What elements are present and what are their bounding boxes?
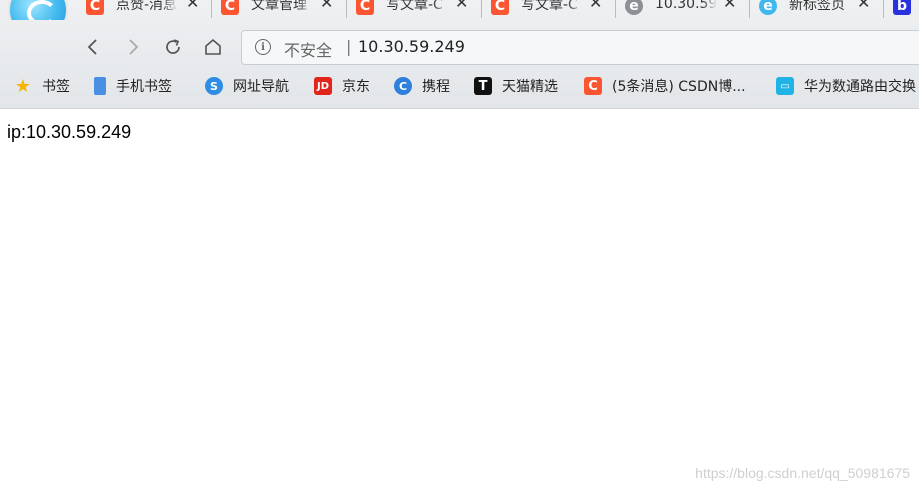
- csdn-icon: C: [584, 77, 602, 95]
- browser-chrome: C 点赞-消息 ✕ C 文章管理 ✕ C 写文章-C ✕ C 写文章-C ✕ e…: [0, 0, 919, 109]
- omnibox-divider: |: [346, 37, 352, 56]
- tab-write-article-2[interactable]: C 写文章-C: [491, 0, 583, 20]
- nav-icon: S: [205, 77, 223, 95]
- tab-title: 写文章-C: [521, 0, 578, 13]
- tab-title: 点赞-消息: [116, 0, 178, 13]
- csdn-icon: C: [356, 0, 374, 15]
- tab-new-tab[interactable]: e 新标签页: [759, 0, 859, 20]
- bookmark-navigation[interactable]: S 网址导航: [205, 76, 289, 96]
- bookmark-label: 携程: [422, 79, 450, 95]
- bookmark-tmall[interactable]: T 天猫精选: [474, 76, 558, 96]
- tab-separator: [615, 0, 616, 18]
- bookmarks-bar: ★ 书签 手机书签 S 网址导航 JD 京东 C 携程 T 天猫精选 C (5条…: [0, 74, 919, 102]
- bookmark-label: 网址导航: [233, 79, 289, 95]
- forward-button[interactable]: [120, 34, 146, 60]
- star-icon: ★: [14, 75, 32, 97]
- bookmark-bookmarks[interactable]: ★ 书签: [14, 75, 70, 97]
- tab-separator: [749, 0, 750, 18]
- bookmark-ctrip[interactable]: C 携程: [394, 76, 450, 96]
- tab-title: 文章管理: [251, 0, 307, 13]
- reload-icon: [166, 39, 180, 54]
- tab-title: 新标签页: [789, 0, 845, 13]
- tab-separator: [883, 0, 884, 18]
- browser-icon: e: [759, 0, 777, 15]
- jd-icon: JD: [314, 77, 332, 95]
- url-text[interactable]: 10.30.59.249: [358, 37, 465, 56]
- bookmark-label: 京东: [342, 79, 370, 95]
- bookmark-label: 书签: [42, 79, 70, 95]
- bookmark-jd[interactable]: JD 京东: [314, 76, 370, 96]
- tab-title: 写文章-C: [386, 0, 443, 13]
- tab-close-icon[interactable]: ✕: [455, 0, 468, 12]
- baidu-icon: b: [893, 0, 911, 15]
- bookmark-csdn[interactable]: C (5条消息) CSDN博...: [584, 76, 746, 96]
- tab-article-management[interactable]: C 文章管理: [221, 0, 313, 20]
- address-bar[interactable]: i 不安全 | 10.30.59.249: [241, 30, 919, 65]
- info-icon[interactable]: i: [255, 39, 271, 55]
- watermark-text: https://blog.csdn.net/qq_50981675: [695, 465, 910, 481]
- security-status[interactable]: 不安全: [284, 37, 332, 61]
- tab-close-icon[interactable]: ✕: [186, 0, 199, 12]
- home-icon: [205, 38, 221, 55]
- chevron-left-icon: [87, 39, 97, 55]
- tab-close-icon[interactable]: ✕: [723, 0, 736, 12]
- tab-title: 10.30.59: [655, 0, 717, 12]
- ctrip-icon: C: [394, 77, 412, 95]
- tab-separator: [481, 0, 482, 18]
- bookmark-label: (5条消息) CSDN博...: [612, 79, 746, 95]
- csdn-icon: C: [491, 0, 509, 15]
- bookmark-label: 天猫精选: [502, 79, 558, 95]
- tab-separator: [346, 0, 347, 18]
- tab-likes[interactable]: C 点赞-消息: [86, 0, 178, 20]
- phone-icon: [94, 77, 106, 95]
- page-content-text: ip:10.30.59.249: [7, 122, 132, 142]
- tmall-icon: T: [474, 77, 492, 95]
- bilibili-icon: ▭: [776, 77, 794, 95]
- tab-strip: C 点赞-消息 ✕ C 文章管理 ✕ C 写文章-C ✕ C 写文章-C ✕ e…: [0, 0, 919, 20]
- back-button[interactable]: [80, 34, 106, 60]
- reload-button[interactable]: [160, 34, 186, 60]
- home-button[interactable]: [200, 34, 226, 60]
- bookmark-label: 华为数通路由交换: [804, 79, 916, 95]
- tab-current-ip[interactable]: e 10.30.59: [625, 0, 717, 20]
- bookmark-label: 手机书签: [116, 79, 172, 95]
- browser-logo-icon[interactable]: [10, 0, 66, 20]
- tab-close-icon[interactable]: ✕: [857, 0, 870, 12]
- tab-write-article-1[interactable]: C 写文章-C: [356, 0, 448, 20]
- csdn-icon: C: [221, 0, 239, 15]
- tab-close-icon[interactable]: ✕: [589, 0, 602, 12]
- bookmark-mobile[interactable]: 手机书签: [94, 76, 172, 96]
- chevron-right-icon: [129, 39, 139, 55]
- globe-icon: e: [625, 0, 643, 15]
- tab-separator: [211, 0, 212, 18]
- csdn-icon: C: [86, 0, 104, 15]
- tab-baidu[interactable]: b: [893, 0, 919, 20]
- bookmark-huawei[interactable]: ▭ 华为数通路由交换: [776, 76, 916, 96]
- tab-close-icon[interactable]: ✕: [320, 0, 333, 12]
